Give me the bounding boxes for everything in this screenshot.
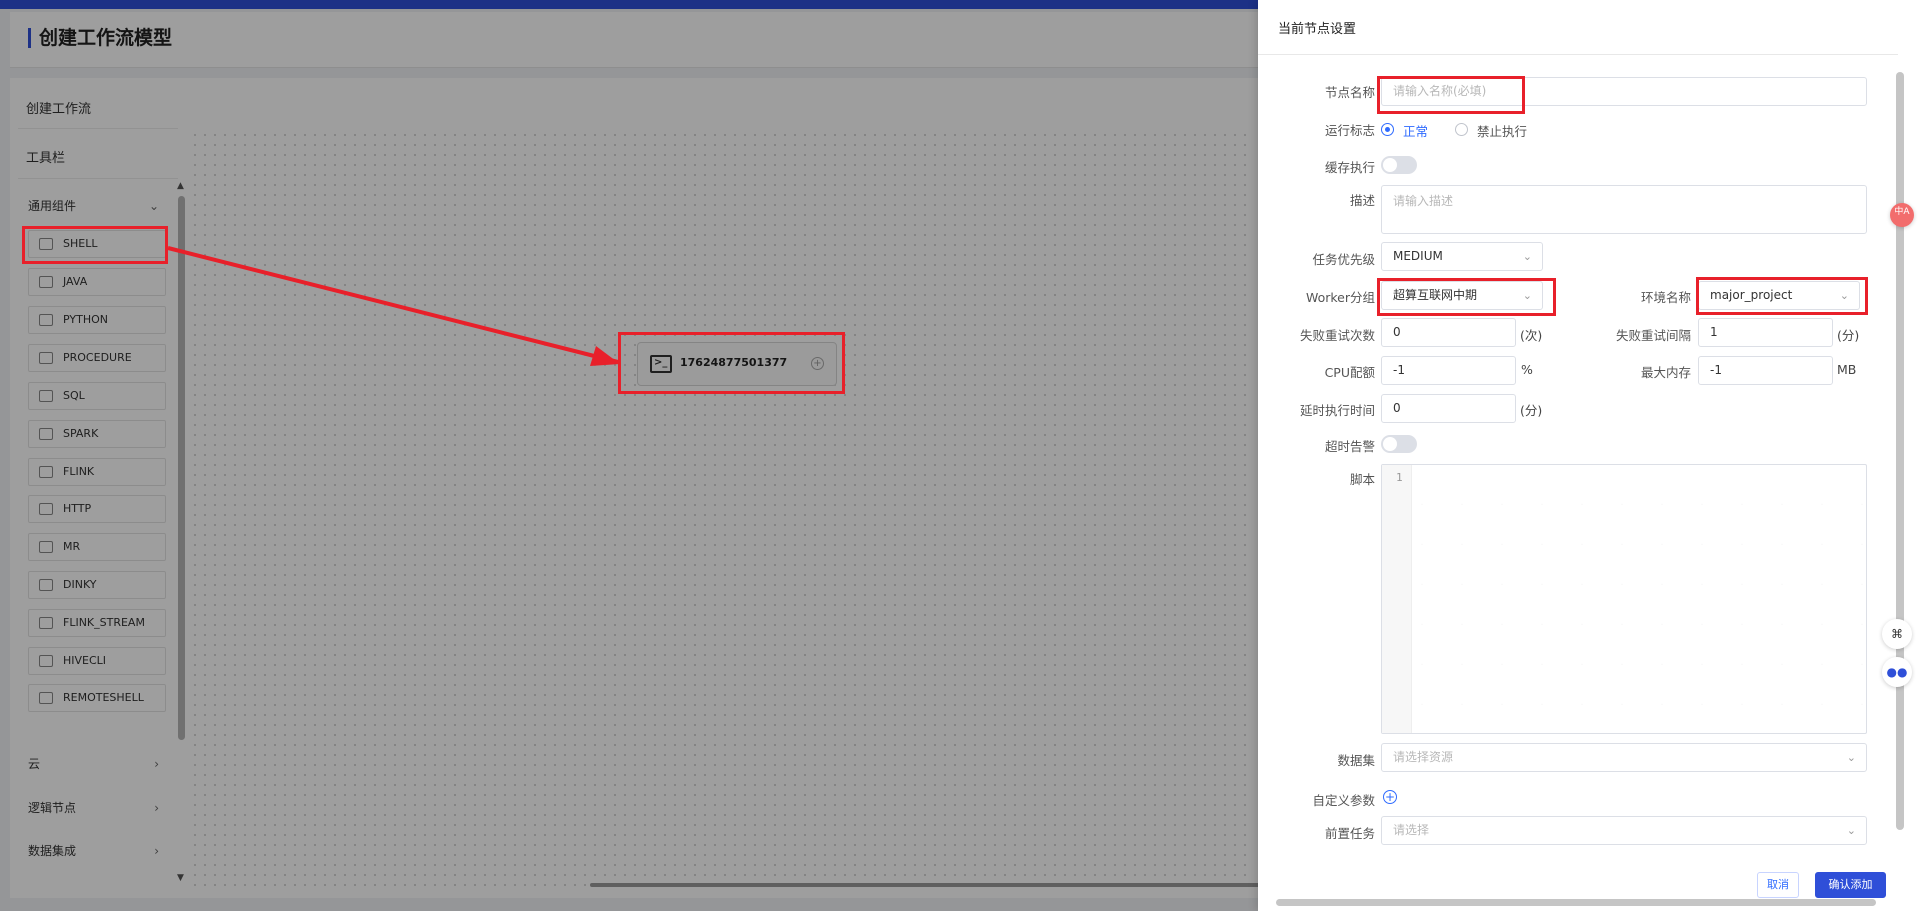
drawer-title: 当前节点设置 [1278, 22, 1357, 37]
desc-textarea[interactable]: 请输入描述 [1381, 185, 1867, 234]
annotation-box-node-name [1377, 76, 1525, 114]
custom-params-label: 自定义参数 [1312, 793, 1375, 808]
cache-label: 缓存执行 [1324, 160, 1375, 175]
line-number: 1 [1396, 471, 1403, 484]
cancel-button[interactable]: 取消 [1757, 872, 1799, 898]
timeout-toggle[interactable] [1381, 435, 1417, 453]
chevron-down-icon: ⌄ [1846, 751, 1856, 764]
annotation-box-node [618, 332, 845, 394]
editor-gutter [1382, 465, 1412, 733]
env-label: 环境名称 [1640, 290, 1691, 305]
priority-select[interactable]: MEDIUM ⌄ [1381, 242, 1543, 271]
mem-input[interactable]: -1 [1698, 356, 1833, 385]
annotation-arrow [167, 246, 620, 366]
drawer-horizontal-scrollbar[interactable] [1276, 899, 1876, 906]
run-flag-normal-radio[interactable] [1381, 123, 1394, 136]
language-switch-icon[interactable]: 中A [1890, 203, 1914, 227]
cpu-unit: % [1521, 362, 1533, 377]
retry-interval-label: 失败重试间隔 [1615, 328, 1691, 343]
cpu-input[interactable]: -1 [1381, 356, 1516, 385]
cpu-label: CPU配额 [1324, 365, 1375, 380]
drawer-vertical-scrollbar[interactable] [1896, 72, 1904, 830]
dataset-select[interactable]: 请选择资源 ⌄ [1381, 743, 1867, 772]
chevron-down-icon: ⌄ [1846, 824, 1856, 837]
priority-label: 任务优先级 [1312, 252, 1375, 267]
timeout-label: 超时告警 [1324, 439, 1375, 454]
dataset-label: 数据集 [1337, 753, 1375, 768]
drawer-header-divider [1258, 54, 1898, 55]
annotation-box-worker [1377, 278, 1556, 316]
desc-label: 描述 [1349, 193, 1375, 208]
worker-label: Worker分组 [1305, 290, 1375, 305]
run-flag-normal-text[interactable]: 正常 [1403, 121, 1428, 140]
node-name-label: 节点名称 [1324, 85, 1375, 100]
delay-input[interactable]: 0 [1381, 394, 1516, 423]
run-flag-forbid-radio[interactable] [1455, 123, 1468, 136]
retry-times-unit: (次) [1520, 328, 1543, 343]
modal-overlay[interactable] [0, 0, 1258, 911]
retry-interval-unit: (分) [1837, 328, 1860, 343]
delay-label: 延时执行时间 [1299, 403, 1375, 418]
confirm-add-button[interactable]: 确认添加 [1815, 872, 1886, 898]
script-editor[interactable]: 1 [1381, 464, 1867, 734]
cache-toggle[interactable] [1381, 156, 1417, 174]
pre-task-select[interactable]: 请选择 ⌄ [1381, 816, 1867, 845]
command-icon[interactable]: ⌘ [1882, 619, 1912, 649]
retry-interval-input[interactable]: 1 [1698, 318, 1833, 347]
assistant-bot-icon[interactable]: ●● [1882, 657, 1912, 687]
run-flag-forbid-text[interactable]: 禁止执行 [1477, 121, 1527, 140]
run-flag-label: 运行标志 [1324, 123, 1375, 138]
mem-label: 最大内存 [1640, 365, 1691, 380]
mem-unit: MB [1837, 362, 1857, 377]
script-label: 脚本 [1349, 472, 1375, 487]
annotation-box-shell [22, 226, 168, 264]
chevron-down-icon: ⌄ [1522, 250, 1532, 263]
delay-unit: (分) [1520, 403, 1543, 418]
pre-task-label: 前置任务 [1324, 826, 1375, 841]
retry-times-label: 失败重试次数 [1299, 328, 1375, 343]
retry-times-input[interactable]: 0 [1381, 318, 1516, 347]
annotation-box-env [1696, 277, 1868, 315]
add-param-icon[interactable]: + [1383, 790, 1397, 804]
